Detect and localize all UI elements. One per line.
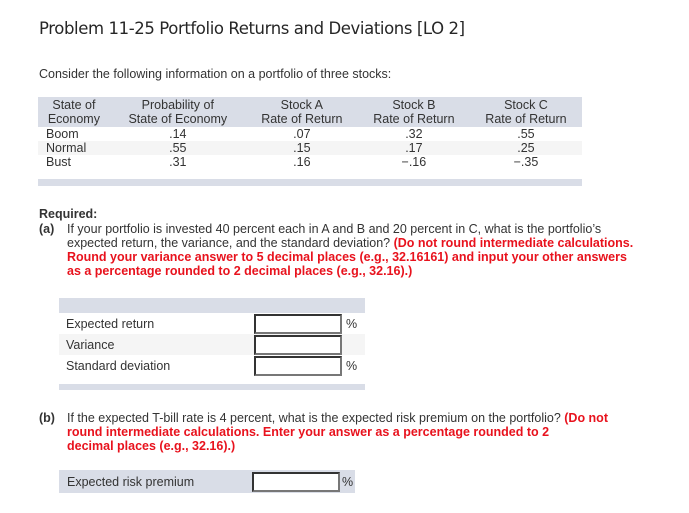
table-spacer xyxy=(38,169,582,179)
answer-label: Expected return xyxy=(66,317,155,331)
expected-return-input[interactable] xyxy=(254,314,342,334)
cell-stock-b: −.16 xyxy=(357,155,470,169)
table-row: Normal .55 .15 .17 .25 xyxy=(38,141,582,155)
answer-row-variance: Variance xyxy=(59,334,365,355)
answer-row-expected-return: Expected return % xyxy=(59,313,365,334)
cell-stock-c: .25 xyxy=(469,141,582,155)
instruction-text: (Do not xyxy=(564,411,608,425)
instruction-text: round intermediate calculations. Enter y… xyxy=(67,425,550,439)
cell-probability: .14 xyxy=(109,127,246,141)
header-state: State of Economy xyxy=(38,97,110,127)
cell-stock-a: .07 xyxy=(245,127,358,141)
cell-stock-a: .15 xyxy=(245,141,358,155)
header-stock-c: Stock C Rate of Return xyxy=(469,97,582,127)
question-b-text: If the expected T-bill rate is 4 percent… xyxy=(67,411,608,453)
cell-state: Bust xyxy=(38,155,110,169)
variance-input[interactable] xyxy=(254,335,342,355)
cell-stock-b: .17 xyxy=(357,141,470,155)
question-a: (a) If your portfolio is invested 40 per… xyxy=(39,222,679,282)
table-footer-bar xyxy=(38,179,582,186)
header-stock-a: Stock A Rate of Return xyxy=(245,97,358,127)
answer-row-standard-deviation: Standard deviation % xyxy=(59,355,365,376)
instruction-text: (Do not round intermediate calculations. xyxy=(393,236,634,250)
cell-probability: .55 xyxy=(109,141,246,155)
expected-risk-premium-input[interactable] xyxy=(252,472,340,492)
cell-stock-c: −.35 xyxy=(469,155,582,169)
table-header-row: State of Economy Probability of State of E… xyxy=(38,97,582,127)
stock-data-table: State of Economy Probability of State of E… xyxy=(38,97,582,186)
table-row: Bust .31 .16 −.16 −.35 xyxy=(38,155,582,169)
instruction-text: as a percentage rounded to 2 decimal pla… xyxy=(67,264,413,278)
answer-label: Variance xyxy=(66,338,115,352)
answer-label: Standard deviation xyxy=(66,359,171,373)
answer-label: Expected risk premium xyxy=(67,475,195,489)
percent-unit: % xyxy=(342,475,354,489)
cell-stock-b: .32 xyxy=(357,127,470,141)
standard-deviation-input[interactable] xyxy=(254,356,342,376)
cell-stock-a: .16 xyxy=(245,155,358,169)
header-stock-b: Stock B Rate of Return xyxy=(357,97,470,127)
percent-unit: % xyxy=(346,359,358,373)
cell-state: Boom xyxy=(38,127,110,141)
required-heading: Required: xyxy=(39,207,98,221)
instruction-text: Round your variance answer to 5 decimal … xyxy=(67,250,627,264)
cell-state: Normal xyxy=(38,141,110,155)
question-b: (b) If the expected T-bill rate is 4 per… xyxy=(39,411,679,457)
answer-table-header xyxy=(59,298,365,313)
answer-table-footer xyxy=(59,384,365,390)
header-probability: Probability of State of Economy xyxy=(109,97,246,127)
cell-probability: .31 xyxy=(109,155,246,169)
percent-unit: % xyxy=(346,317,358,331)
cell-stock-c: .55 xyxy=(469,127,582,141)
question-a-text: If your portfolio is invested 40 percent… xyxy=(67,222,634,278)
table-row: Boom .14 .07 .32 .55 xyxy=(38,127,582,141)
answer-table-a: Expected return % Variance Standard devi… xyxy=(59,298,365,390)
instruction-text: decimal places (e.g., 32.16).) xyxy=(67,439,236,453)
question-a-label: (a) xyxy=(39,222,55,236)
question-b-label: (b) xyxy=(39,411,55,425)
answer-row-risk-premium: Expected risk premium % xyxy=(59,470,355,493)
page-title: Problem 11-25 Portfolio Returns and Devi… xyxy=(39,19,465,38)
intro-text: Consider the following information on a … xyxy=(39,67,392,81)
